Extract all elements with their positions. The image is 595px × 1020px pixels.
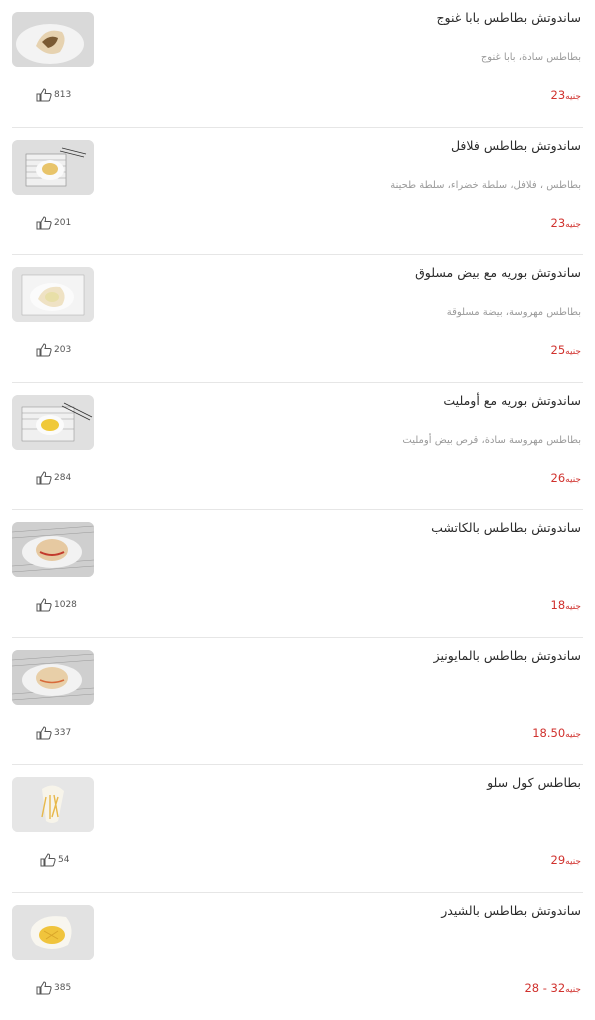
item-photo[interactable] [12,140,94,195]
item-price: 23جنيه [551,88,581,102]
like-count: 1028 [54,600,77,610]
item-price: 29جنيه [551,853,581,867]
price-value: 23 [551,216,566,230]
thumbs-up-icon[interactable] [36,981,52,995]
item-title: ساندوتش بوريه مع أومليت [443,393,581,408]
menu-list: ساندوتش بطاطس بابا غنوج بطاطس سادة، بابا… [0,0,595,1020]
thumbs-up-icon[interactable] [36,343,52,357]
item-description: بطاطس ، فلافل، سلطة خضراء، سلطة طحينة [390,180,581,191]
item-title: ساندوتش بطاطس بالمايونيز [434,648,581,663]
thumbs-up-icon[interactable] [40,853,56,867]
like-count: 337 [54,728,71,738]
item-price: 25جنيه [551,343,581,357]
price-value: 29 [551,853,566,867]
currency-label: جنيه [565,985,581,995]
item-title: بطاطس كول سلو [487,775,581,790]
item-photo[interactable] [12,395,94,450]
menu-item[interactable]: ساندوتش بوريه مع أومليت بطاطس مهروسة ساد… [0,383,595,511]
price-value: 18 [551,598,566,612]
currency-label: جنيه [565,220,581,230]
like-counter[interactable]: 284 [36,471,71,485]
item-title: ساندوتش بطاطس بالشيدر [441,903,581,918]
menu-item[interactable]: ساندوتش بوريه مع بيض مسلوق بطاطس مهروسة،… [0,255,595,383]
like-count: 284 [54,473,71,483]
item-photo[interactable] [12,522,94,577]
menu-item[interactable]: ساندوتش بطاطس بالشيدر 28 - 32جنيه 385 [0,893,595,1020]
item-photo[interactable] [12,777,94,832]
item-title: ساندوتش بطاطس فلافل [451,138,581,153]
item-photo[interactable] [12,905,94,960]
item-title: ساندوتش بطاطس بالكاتشب [431,520,581,535]
menu-item[interactable]: ساندوتش بطاطس بابا غنوج بطاطس سادة، بابا… [0,0,595,128]
like-counter[interactable]: 385 [36,981,71,995]
thumbs-up-icon[interactable] [36,216,52,230]
item-price: 18.50جنيه [532,726,581,740]
like-counter[interactable]: 201 [36,216,71,230]
item-price: 28 - 32جنيه [524,981,581,995]
item-price: 26جنيه [551,471,581,485]
like-counter[interactable]: 54 [40,853,69,867]
item-description: بطاطس مهروسة سادة، قرص بيض أومليت [402,435,581,446]
item-photo[interactable] [12,650,94,705]
item-photo[interactable] [12,12,94,67]
like-count: 54 [58,855,69,865]
menu-item[interactable]: ساندوتش بطاطس بالمايونيز 18.50جنيه 337 [0,638,595,766]
like-counter[interactable]: 337 [36,726,71,740]
menu-item[interactable]: ساندوتش بطاطس بالكاتشب 18جنيه 1028 [0,510,595,638]
currency-label: جنيه [565,730,581,740]
item-title: ساندوتش بطاطس بابا غنوج [436,10,581,25]
thumbs-up-icon[interactable] [36,598,52,612]
thumbs-up-icon[interactable] [36,471,52,485]
item-description: بطاطس مهروسة، بيضة مسلوقة [447,307,581,318]
thumbs-up-icon[interactable] [36,88,52,102]
currency-label: جنيه [565,857,581,867]
menu-item[interactable]: ساندوتش بطاطس فلافل بطاطس ، فلافل، سلطة … [0,128,595,256]
like-count: 203 [54,345,71,355]
like-counter[interactable]: 203 [36,343,71,357]
like-count: 201 [54,218,71,228]
item-description: بطاطس سادة، بابا غنوج [481,52,581,63]
currency-label: جنيه [565,602,581,612]
thumbs-up-icon[interactable] [36,726,52,740]
currency-label: جنيه [565,347,581,357]
like-count: 813 [54,90,71,100]
item-price: 18جنيه [551,598,581,612]
item-price: 23جنيه [551,216,581,230]
currency-label: جنيه [565,92,581,102]
price-value: 26 [551,471,566,485]
price-value: 28 - 32 [524,981,565,995]
menu-item[interactable]: بطاطس كول سلو 29جنيه 54 [0,765,595,893]
item-photo[interactable] [12,267,94,322]
like-counter[interactable]: 813 [36,88,71,102]
like-count: 385 [54,983,71,993]
price-value: 18.50 [532,726,565,740]
price-value: 23 [551,88,566,102]
item-title: ساندوتش بوريه مع بيض مسلوق [415,265,581,280]
like-counter[interactable]: 1028 [36,598,77,612]
price-value: 25 [551,343,566,357]
currency-label: جنيه [565,475,581,485]
